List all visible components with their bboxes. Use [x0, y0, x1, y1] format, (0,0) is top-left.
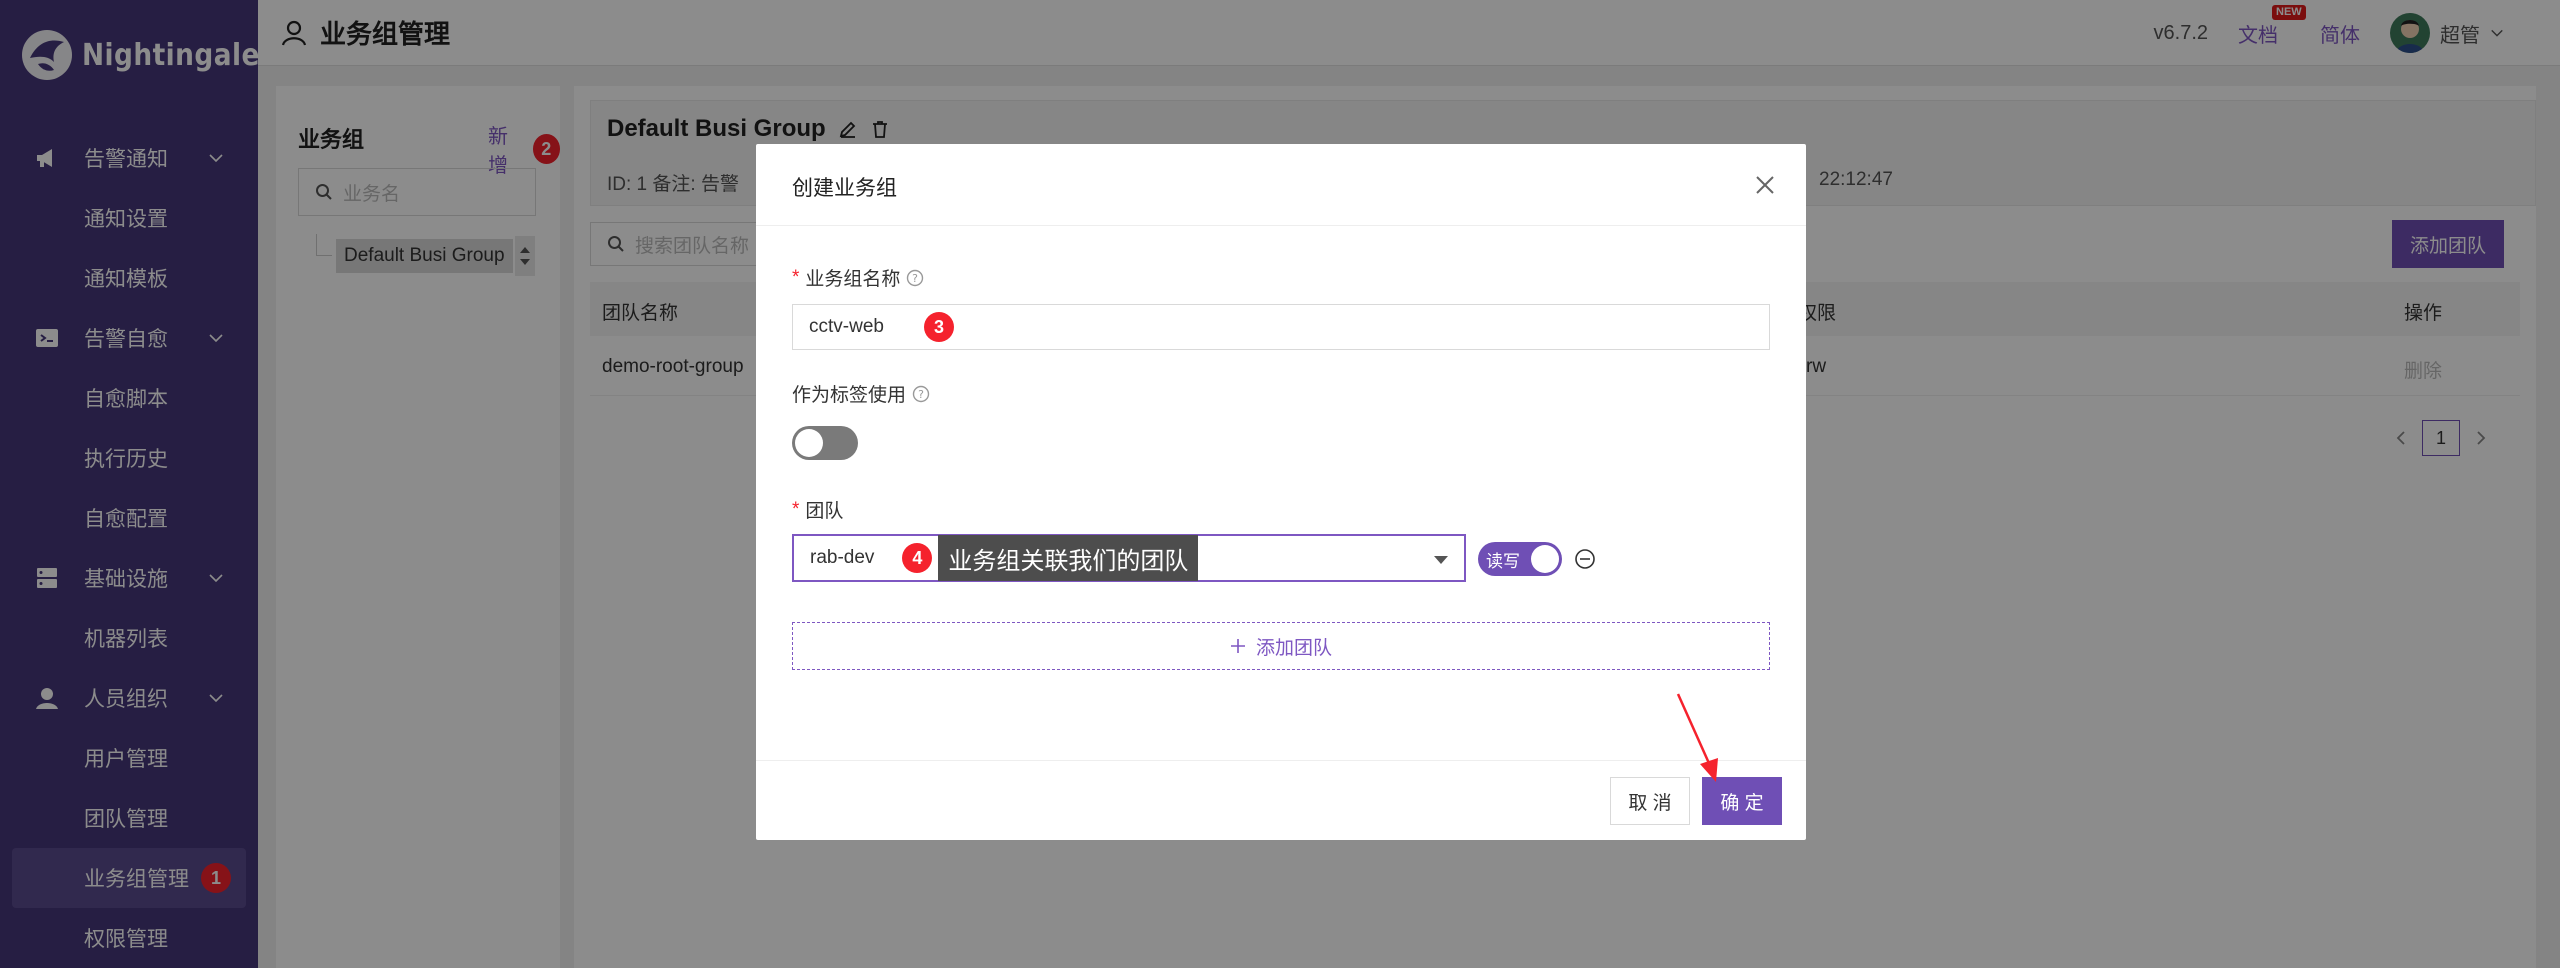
use-as-tag-switch[interactable]: [792, 426, 858, 460]
remove-circle-icon[interactable]: [1574, 548, 1596, 570]
tag-field-label: 作为标签使用 ?: [792, 380, 930, 407]
annotation-tooltip: 业务组关联我们的团队: [938, 535, 1199, 581]
team-label-text: 团队: [805, 501, 844, 522]
modal-title: 创建业务组: [792, 177, 897, 200]
add-team-row-button[interactable]: 添加团队: [792, 622, 1770, 670]
svg-text:?: ?: [913, 272, 919, 285]
plus-icon: [1230, 639, 1245, 653]
help-circle-icon: ?: [907, 269, 924, 286]
help-circle-icon: ?: [912, 385, 930, 402]
team-select[interactable]: rab-dev 4 业务组关联我们的团队: [792, 534, 1466, 582]
close-icon[interactable]: [1754, 174, 1776, 196]
tag-label-text: 作为标签使用: [792, 385, 907, 406]
step-badge: 4: [902, 543, 933, 573]
name-label-text: 业务组名称: [805, 269, 901, 290]
required-mark: *: [792, 498, 800, 520]
annotation-arrow-icon: [1676, 693, 1718, 782]
read-write-switch[interactable]: 读写: [1478, 542, 1562, 576]
modal-header: 创建业务组: [756, 144, 1806, 226]
modal-footer: 取 消 确 定: [756, 760, 1806, 840]
name-field-label: * 业务组名称 ?: [792, 264, 924, 291]
team-select-value: rab-dev: [810, 547, 875, 568]
step-badge: 3: [923, 312, 954, 342]
svg-text:?: ?: [918, 388, 924, 401]
team-field-label: * 团队: [792, 496, 843, 523]
caret-down-icon: [1434, 556, 1448, 564]
add-team-text: 添加团队: [1255, 637, 1332, 659]
create-busi-group-modal: 创建业务组 * 业务组名称 ? cctv-web 3 作为标签使用 ? * 团队…: [756, 144, 1806, 840]
name-input-value: cctv-web: [809, 316, 884, 337]
switch-knob: [795, 429, 823, 457]
rw-switch-label: 读写: [1486, 551, 1520, 571]
busi-group-name-input[interactable]: cctv-web 3: [792, 304, 1770, 350]
switch-knob: [1531, 545, 1559, 573]
required-mark: *: [792, 266, 800, 288]
